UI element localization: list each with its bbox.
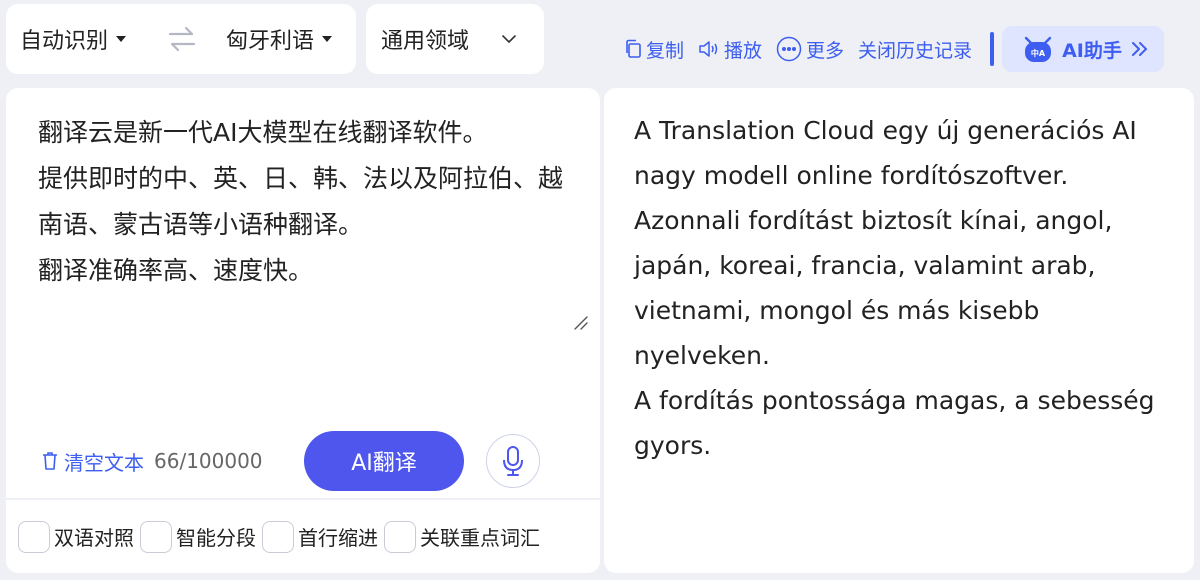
clear-text-label: 清空文本 — [64, 450, 144, 475]
smart-paragraph-checkbox[interactable] — [140, 520, 172, 553]
character-counter: 66/100000 — [154, 449, 263, 473]
more-button[interactable]: 更多 — [776, 36, 844, 63]
target-language-dropdown[interactable]: 匈牙利语 — [226, 4, 333, 74]
caret-down-icon — [322, 36, 333, 42]
ai-assistant-label: AI助手 — [1062, 39, 1122, 62]
play-label: 播放 — [724, 39, 763, 62]
keywords-checkbox[interactable] — [384, 520, 416, 553]
resize-handle-icon[interactable] — [572, 314, 588, 330]
trash-icon — [43, 452, 57, 470]
indent-option[interactable]: 首行缩进 — [262, 520, 378, 553]
translation-output: A Translation Cloud egy új generációs AI… — [634, 116, 1155, 460]
chevron-down-icon — [502, 35, 516, 43]
bilingual-option[interactable]: 双语对照 — [18, 520, 134, 553]
more-label: 更多 — [806, 39, 845, 62]
keywords-option[interactable]: 关联重点词汇 — [384, 520, 540, 553]
source-actions: 清空文本 66/100000 AI翻译 — [40, 431, 580, 491]
swap-icon[interactable] — [168, 26, 196, 52]
ai-assistant-button[interactable]: 中A AI助手 — [1002, 26, 1164, 72]
bilingual-checkbox[interactable] — [18, 520, 50, 553]
ai-badge-text: 中A — [1031, 48, 1046, 58]
close-history-button[interactable]: 关闭历史记录 — [858, 36, 972, 63]
indent-checkbox[interactable] — [262, 520, 294, 553]
close-history-label: 关闭历史记录 — [858, 39, 973, 62]
domain-dropdown[interactable]: 通用领域 — [381, 4, 517, 74]
domain-label: 通用领域 — [381, 29, 470, 54]
smart-paragraph-label: 智能分段 — [176, 526, 256, 550]
caret-down-icon — [116, 36, 127, 42]
ai-robot-icon: 中A — [1024, 36, 1052, 62]
copy-icon — [626, 39, 641, 58]
clear-text-button[interactable]: 清空文本 — [40, 447, 144, 476]
toolbar-divider — [990, 32, 995, 66]
result-toolbar: 复制 播放 更多 关闭历史记录 中A AI助手 — [624, 26, 1164, 72]
target-language-label: 匈牙利语 — [226, 29, 315, 54]
speaker-icon — [699, 41, 718, 57]
copy-button[interactable]: 复制 — [624, 36, 684, 63]
indent-label: 首行缩进 — [298, 526, 378, 550]
keywords-label: 关联重点词汇 — [420, 526, 540, 550]
source-text-input[interactable]: 翻译云是新一代AI大模型在线翻译软件。 提供即时的中、英、日、韩、法以及阿拉伯、… — [38, 110, 578, 294]
language-selector: 自动识别 匈牙利语 — [6, 4, 356, 74]
more-icon — [776, 36, 802, 62]
play-button[interactable]: 播放 — [698, 36, 762, 63]
source-panel: 翻译云是新一代AI大模型在线翻译软件。 提供即时的中、英、日、韩、法以及阿拉伯、… — [6, 88, 600, 573]
source-language-dropdown[interactable]: 自动识别 — [20, 4, 127, 74]
double-chevron-right-icon — [1131, 42, 1147, 56]
domain-selector[interactable]: 通用领域 — [366, 4, 544, 74]
bilingual-label: 双语对照 — [54, 526, 134, 550]
copy-label: 复制 — [646, 39, 685, 62]
source-language-label: 自动识别 — [20, 29, 109, 54]
ai-translate-button[interactable]: AI翻译 — [304, 431, 464, 491]
target-panel: A Translation Cloud egy új generációs AI… — [604, 88, 1194, 573]
smart-paragraph-option[interactable]: 智能分段 — [140, 520, 256, 553]
microphone-button[interactable] — [486, 434, 540, 488]
translation-options: 双语对照 智能分段 首行缩进 关联重点词汇 — [6, 498, 600, 573]
microphone-icon — [503, 446, 523, 476]
